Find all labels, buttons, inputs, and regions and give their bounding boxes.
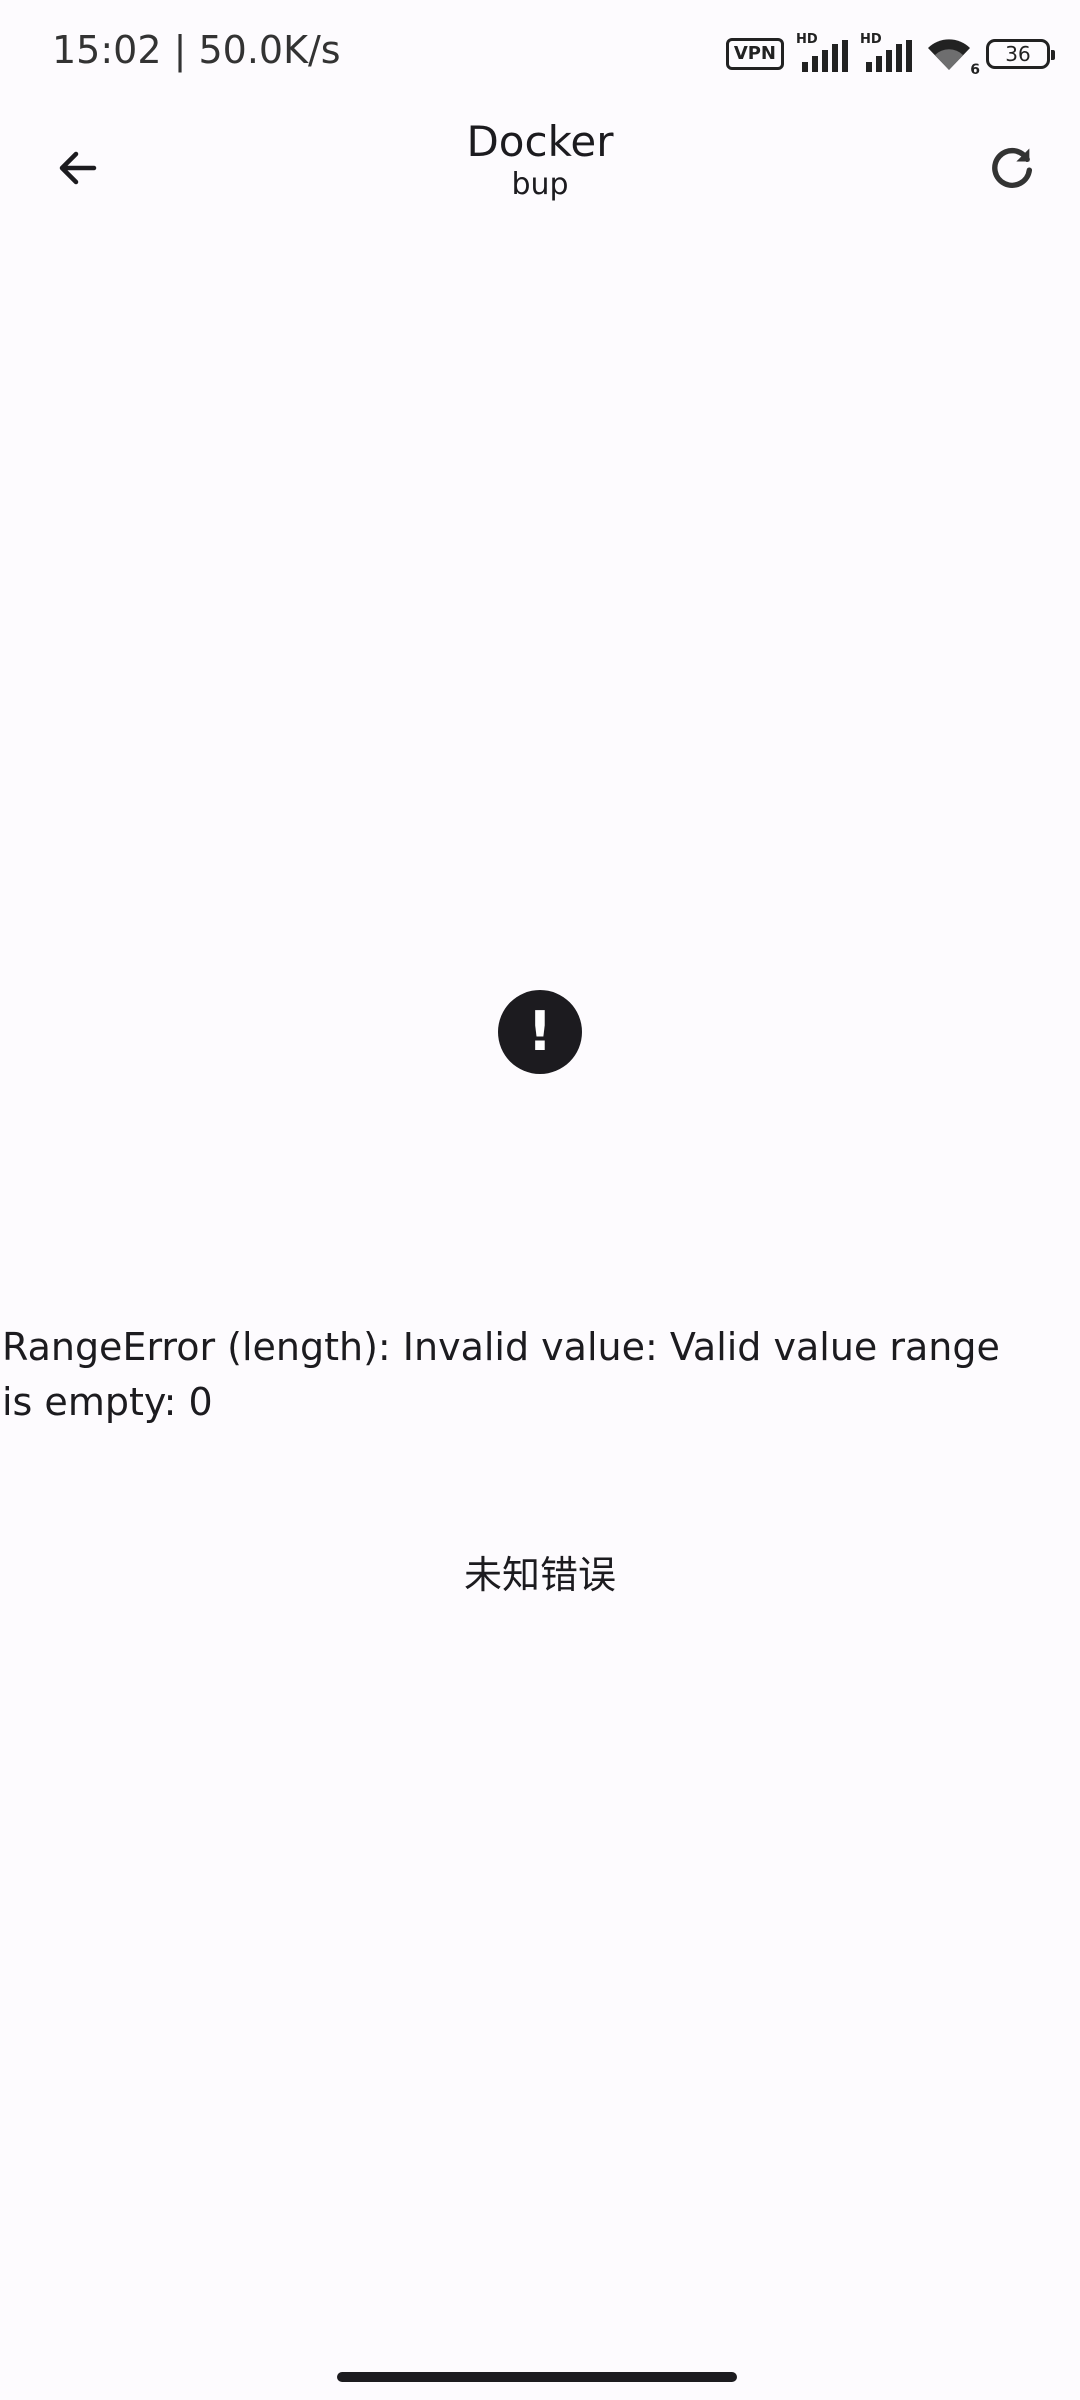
page-subtitle: bup [511,167,569,202]
title-block: Docker bup [240,116,840,202]
status-time: 15:02 | 50.0K/s [52,28,341,72]
vpn-icon: VPN [725,38,784,70]
cell-signal-icon-2: HD [860,32,912,74]
exclamation-icon: ! [498,990,582,1074]
page-title: Docker [466,117,614,166]
app-bar: Docker bup [0,110,1080,230]
arrow-left-icon [59,151,97,185]
cell-signal-icon: HD [796,32,848,74]
back-button[interactable] [40,130,116,206]
unknown-error-text: 未知错误 [463,1553,616,1597]
home-indicator[interactable] [337,2372,737,2382]
wifi-icon: 6 [924,34,980,78]
refresh-icon [992,147,1033,188]
refresh-button[interactable] [974,130,1050,206]
wifi-label: 6 [970,62,980,78]
status-icons: VPN HD HD 6 36 [725,32,1055,78]
battery-icon: 36 [986,39,1055,69]
error-message: RangeError (length): Invalid value: Vali… [2,1325,1000,1424]
status-bar: 15:02 | 50.0K/s VPN HD HD 6 36 [0,0,1080,110]
